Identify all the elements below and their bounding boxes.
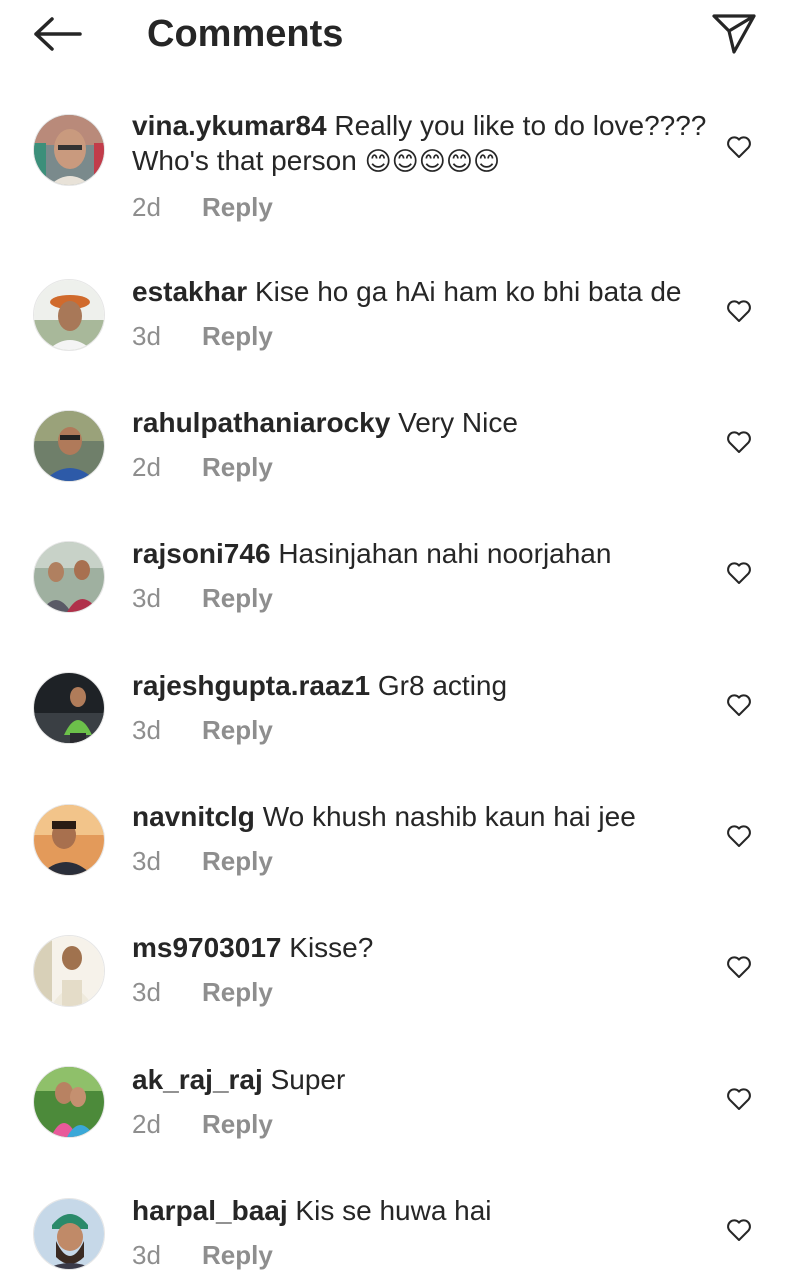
comment-username[interactable]: ms9703017 <box>132 932 281 963</box>
comment-time: 3d <box>132 583 161 613</box>
comment-text: Super <box>270 1064 346 1095</box>
heart-icon <box>727 694 751 716</box>
like-button[interactable] <box>722 819 756 853</box>
comment-time: 2d <box>132 1109 161 1139</box>
reply-button[interactable]: Reply <box>202 192 273 222</box>
comment-body: ms9703017 Kisse? 3d Reply <box>132 930 712 1009</box>
reply-button[interactable]: Reply <box>202 321 273 351</box>
like-button[interactable] <box>722 1082 756 1116</box>
reply-button[interactable]: Reply <box>202 452 273 482</box>
comment-time: 3d <box>132 715 161 745</box>
heart-icon <box>727 562 751 584</box>
comment-body: harpal_baaj Kis se huwa hai 3d Reply <box>132 1193 712 1272</box>
comment-username[interactable]: vina.ykumar84 <box>132 110 327 141</box>
reply-button[interactable]: Reply <box>202 715 273 745</box>
comment-text-line: ak_raj_raj Super <box>132 1062 712 1097</box>
reply-button[interactable]: Reply <box>202 1240 273 1270</box>
comment-time: 2d <box>132 452 161 482</box>
reply-button[interactable]: Reply <box>202 583 273 613</box>
heart-icon <box>727 956 751 978</box>
avatar[interactable] <box>33 410 105 482</box>
comment-time: 3d <box>132 977 161 1007</box>
comment-text-line: harpal_baaj Kis se huwa hai <box>132 1193 712 1228</box>
comment-text: Hasinjahan nahi noorjahan <box>278 538 612 569</box>
heart-icon <box>727 136 751 158</box>
comment-text: Very Nice <box>398 407 518 438</box>
avatar[interactable] <box>33 114 105 186</box>
comment-text-line: vina.ykumar84 Really you like to do love… <box>132 108 712 180</box>
comment-meta: 3d Reply <box>132 581 712 615</box>
comment-body: rahulpathaniarocky Very Nice 2d Reply <box>132 405 712 484</box>
comment-text-line: navnitclg Wo khush nashib kaun hai jee <box>132 799 712 834</box>
comment-meta: 3d Reply <box>132 1238 712 1272</box>
comment-text-line: ms9703017 Kisse? <box>132 930 712 965</box>
comment-meta: 2d Reply <box>132 450 712 484</box>
comment-username[interactable]: rajsoni746 <box>132 538 271 569</box>
avatar[interactable] <box>33 804 105 876</box>
reply-button[interactable]: Reply <box>202 1109 273 1139</box>
comment-username[interactable]: harpal_baaj <box>132 1195 288 1226</box>
avatar[interactable] <box>33 672 105 744</box>
avatar[interactable] <box>33 279 105 351</box>
comment-username[interactable]: ak_raj_raj <box>132 1064 263 1095</box>
avatar[interactable] <box>33 1066 105 1138</box>
comment-meta: 2d Reply <box>132 1107 712 1141</box>
reply-button[interactable]: Reply <box>202 846 273 876</box>
comment-meta: 3d Reply <box>132 319 712 353</box>
comment-text: Kisse? <box>289 932 374 963</box>
like-button[interactable] <box>722 950 756 984</box>
comment-text: Gr8 acting <box>377 670 508 701</box>
comment-username[interactable]: rahulpathaniarocky <box>132 407 390 438</box>
avatar[interactable] <box>33 541 105 613</box>
heart-icon <box>727 1219 751 1241</box>
avatar[interactable] <box>33 1198 105 1270</box>
comment-meta: 3d Reply <box>132 713 712 747</box>
heart-icon <box>727 431 751 453</box>
like-button[interactable] <box>722 1213 756 1247</box>
heart-icon <box>727 825 751 847</box>
like-button[interactable] <box>722 556 756 590</box>
comment-time: 2d <box>132 192 161 222</box>
comment-text-line: estakhar Kise ho ga hAi ham ko bhi bata … <box>132 274 712 309</box>
comment-list: vina.ykumar84 Really you like to do love… <box>0 0 796 1280</box>
comment-emoji: 😊😊😊😊😊 <box>364 147 501 177</box>
comment-body: rajeshgupta.raaz1 Gr8 acting 3d Reply <box>132 668 712 747</box>
comment-body: estakhar Kise ho ga hAi ham ko bhi bata … <box>132 274 712 353</box>
comment-text: Kise ho ga hAi ham ko bhi bata de <box>254 276 682 307</box>
reply-button[interactable]: Reply <box>202 977 273 1007</box>
comment-time: 3d <box>132 1240 161 1270</box>
comment-time: 3d <box>132 846 161 876</box>
comment-username[interactable]: navnitclg <box>132 801 255 832</box>
comment-body: rajsoni746 Hasinjahan nahi noorjahan 3d R… <box>132 536 712 615</box>
comment-meta: 3d Reply <box>132 975 712 1009</box>
heart-icon <box>727 1088 751 1110</box>
avatar[interactable] <box>33 935 105 1007</box>
comment-time: 3d <box>132 321 161 351</box>
comment-username[interactable]: rajeshgupta.raaz1 <box>132 670 370 701</box>
like-button[interactable] <box>722 130 756 164</box>
comment-body: navnitclg Wo khush nashib kaun hai jee 3… <box>132 799 712 878</box>
heart-icon <box>727 300 751 322</box>
comment-body: ak_raj_raj Super 2d Reply <box>132 1062 712 1141</box>
comment-meta: 2d Reply <box>132 190 712 224</box>
comment-text-line: rajeshgupta.raaz1 Gr8 acting <box>132 668 712 703</box>
like-button[interactable] <box>722 425 756 459</box>
comment-username[interactable]: estakhar <box>132 276 247 307</box>
comment-body: vina.ykumar84 Really you like to do love… <box>132 108 712 224</box>
like-button[interactable] <box>722 688 756 722</box>
comment-text: Kis se huwa hai <box>295 1195 492 1226</box>
like-button[interactable] <box>722 294 756 328</box>
comment-meta: 3d Reply <box>132 844 712 878</box>
comment-text: Wo khush nashib kaun hai jee <box>262 801 636 832</box>
comment-text-line: rajsoni746 Hasinjahan nahi noorjahan <box>132 536 712 571</box>
comment-text-line: rahulpathaniarocky Very Nice <box>132 405 712 440</box>
